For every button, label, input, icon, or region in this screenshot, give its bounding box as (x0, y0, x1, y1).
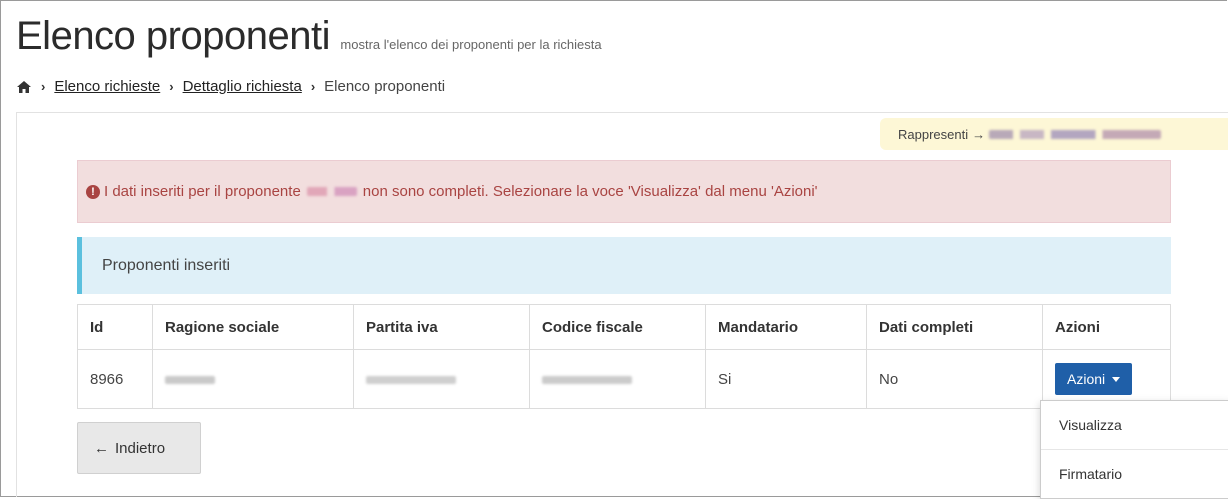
column-header-codice-fiscale: Codice fiscale (529, 304, 706, 350)
page-subtitle: mostra l'elenco dei proponenti per la ri… (340, 37, 602, 52)
chevron-right-icon: › (169, 79, 174, 94)
breadcrumb: › Elenco richieste › Dettaglio richiesta… (16, 78, 445, 95)
chevron-right-icon: › (41, 79, 46, 94)
table-row: 8966 Si No Azioni (77, 349, 1171, 409)
column-header-id: Id (77, 304, 153, 350)
breadcrumb-current: Elenco proponenti (324, 78, 446, 95)
cell-id: 8966 (77, 349, 153, 409)
home-icon[interactable] (16, 80, 32, 94)
azioni-dropdown-button[interactable]: Azioni (1055, 363, 1133, 395)
table-header-row: Id Ragione sociale Partita iva Codice fi… (77, 304, 1171, 350)
represent-tag: Rappresenti → (880, 118, 1228, 150)
cell-mandatario: Si (705, 349, 867, 409)
back-button-label: Indietro (115, 439, 166, 457)
column-header-ragione-sociale: Ragione sociale (152, 304, 354, 350)
chevron-right-icon: › (310, 79, 316, 94)
cell-dati-completi: No (866, 349, 1043, 409)
content-border (16, 112, 17, 497)
azioni-dropdown-menu: Visualizza Firmatario (1040, 400, 1228, 499)
column-header-partita-iva: Partita iva (353, 304, 530, 350)
caret-down-icon (1112, 376, 1121, 382)
breadcrumb-dettaglio-richiesta[interactable]: Dettaglio richiesta (183, 78, 302, 95)
azioni-button-label: Azioni (1067, 371, 1106, 387)
redacted-value (366, 375, 456, 384)
proponents-table: Id Ragione sociale Partita iva Codice fi… (77, 304, 1171, 409)
redacted-value (165, 375, 215, 384)
page-title: Elenco proponenti (16, 14, 330, 58)
panel-title: Proponenti inseriti (102, 256, 231, 274)
menu-item-visualizza[interactable]: Visualizza (1041, 401, 1228, 449)
redacted-name (989, 129, 1162, 139)
cell-ragione-sociale (152, 349, 354, 409)
panel-heading: Proponenti inseriti (77, 237, 1171, 294)
column-header-dati-completi: Dati completi (866, 304, 1043, 350)
alert-text-end: non sono completi. Selezionare la voce '… (362, 183, 818, 200)
column-header-azioni: Azioni (1042, 304, 1171, 350)
redacted-proponent (306, 187, 357, 196)
arrow-left-icon: ← (94, 439, 109, 457)
error-alert: ! I dati inseriti per il proponente non … (77, 160, 1171, 223)
cell-partita-iva (353, 349, 530, 409)
redacted-value (542, 375, 632, 384)
cell-codice-fiscale (529, 349, 706, 409)
menu-item-firmatario[interactable]: Firmatario (1041, 449, 1228, 498)
arrow-right-icon: → (972, 126, 986, 142)
alert-text-start: I dati inseriti per il proponente (104, 183, 301, 200)
page-header: Elenco proponenti mostra l'elenco dei pr… (16, 14, 602, 59)
represent-label: Rappresenti (898, 126, 969, 142)
breadcrumb-elenco-richieste[interactable]: Elenco richieste (54, 78, 160, 95)
back-button[interactable]: ← Indietro (77, 422, 201, 474)
column-header-mandatario: Mandatario (705, 304, 867, 350)
divider (16, 112, 1228, 113)
exclamation-circle-icon: ! (86, 184, 100, 199)
